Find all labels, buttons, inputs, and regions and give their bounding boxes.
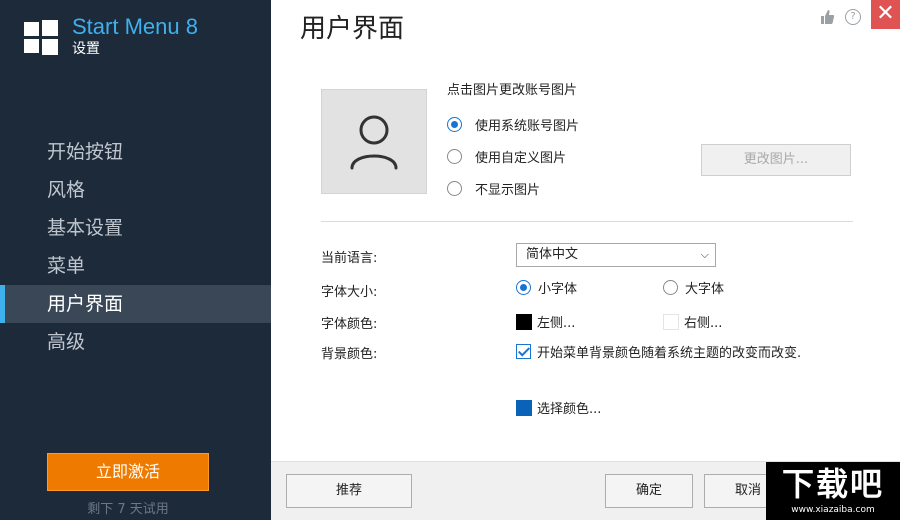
activate-button[interactable]: 立即激活 [47,453,209,491]
divider [321,221,853,222]
radio-button[interactable] [447,117,462,132]
thumbs-up-icon[interactable] [819,9,835,25]
font-color-left[interactable]: 左侧... [516,312,575,331]
radio-small-font[interactable]: 小字体 [516,278,577,297]
sidebar-item-label: 基本设置 [47,217,124,239]
color-swatch[interactable] [516,313,532,330]
page-title: 用户界面 [300,14,405,44]
window-controls: ? ✕ [819,0,900,29]
radio-custom-picture[interactable]: 使用自定义图片 [447,147,566,166]
app-subtitle: 设置 [72,41,100,57]
radio-button[interactable] [447,149,462,164]
radio-no-picture[interactable]: 不显示图片 [447,179,540,198]
language-select[interactable]: 简体中文 ⌵ [516,243,716,267]
sidebar-item-menu[interactable]: 菜单 [0,247,271,285]
language-value: 简体中文 [526,247,579,262]
watermark-url: www.xiazaiba.com [791,505,875,515]
change-picture-button[interactable]: 更改图片... [701,144,851,176]
radio-label: 小字体 [538,282,578,297]
font-color-left-label: 左侧... [537,316,576,331]
sidebar-item-user-interface[interactable]: 用户界面 [0,285,271,323]
user-icon [350,115,398,170]
sidebar: Start Menu 8 设置 开始按钮 风格 基本设置 菜单 用户界面 高级 … [0,0,271,520]
close-icon: ✕ [876,1,895,26]
ok-button[interactable]: 确定 [605,474,693,508]
sidebar-item-advanced[interactable]: 高级 [0,323,271,361]
sidebar-item-label: 用户界面 [47,293,124,315]
radio-button[interactable] [663,280,678,295]
close-button[interactable]: ✕ [871,0,900,29]
font-color-label: 字体颜色: [321,317,378,332]
bg-color-label: 背景颜色: [321,347,378,362]
font-color-right[interactable]: 右侧... [663,312,722,331]
radio-button[interactable] [516,280,531,295]
watermark-text: 下载吧 [781,465,884,503]
chevron-down-icon: ⌵ [700,248,709,261]
color-swatch[interactable] [516,399,532,416]
choose-color[interactable]: 选择颜色... [516,398,601,417]
sidebar-item-start-button[interactable]: 开始按钮 [0,133,271,171]
windows-logo-icon [24,20,58,55]
radio-label: 不显示图片 [475,183,541,198]
radio-large-font[interactable]: 大字体 [663,278,724,297]
radio-label: 大字体 [685,282,725,297]
color-swatch[interactable] [663,313,679,330]
radio-button[interactable] [447,181,462,196]
sidebar-item-label: 风格 [47,179,86,201]
font-size-label: 字体大小: [321,285,378,300]
sidebar-item-label: 开始按钮 [47,141,124,163]
radio-label: 使用系统账号图片 [475,119,580,134]
sidebar-item-style[interactable]: 风格 [0,171,271,209]
account-picture[interactable] [321,89,427,194]
account-picture-caption: 点击图片更改账号图片 [447,83,578,98]
recommend-button[interactable]: 推荐 [286,474,412,508]
language-label: 当前语言: [321,251,378,266]
checkbox[interactable] [516,344,531,359]
font-color-right-label: 右侧... [684,316,723,331]
bg-follow-theme-option[interactable]: 开始菜单背景颜色随着系统主题的改变而改变. [516,342,801,361]
choose-color-label: 选择颜色... [537,402,602,417]
help-icon[interactable]: ? [845,9,861,25]
radio-label: 使用自定义图片 [475,151,567,166]
trial-remaining-text: 剩下 7 天试用 [87,502,169,517]
sidebar-nav: 开始按钮 风格 基本设置 菜单 用户界面 高级 [0,133,271,361]
sidebar-item-label: 菜单 [47,255,86,277]
sidebar-item-basic-settings[interactable]: 基本设置 [0,209,271,247]
watermark-logo: 下载吧 www.xiazaiba.com [766,462,900,520]
sidebar-item-label: 高级 [47,331,86,353]
main-panel: 用户界面 ? ✕ 点击图片更改账号图片 使用系统账号图片 使用自定义图片 不显示… [271,0,900,520]
radio-system-picture[interactable]: 使用系统账号图片 [447,115,579,134]
app-title: Start Menu 8 [72,14,198,39]
checkbox-label: 开始菜单背景颜色随着系统主题的改变而改变. [537,346,802,361]
brand: Start Menu 8 设置 [24,14,198,58]
